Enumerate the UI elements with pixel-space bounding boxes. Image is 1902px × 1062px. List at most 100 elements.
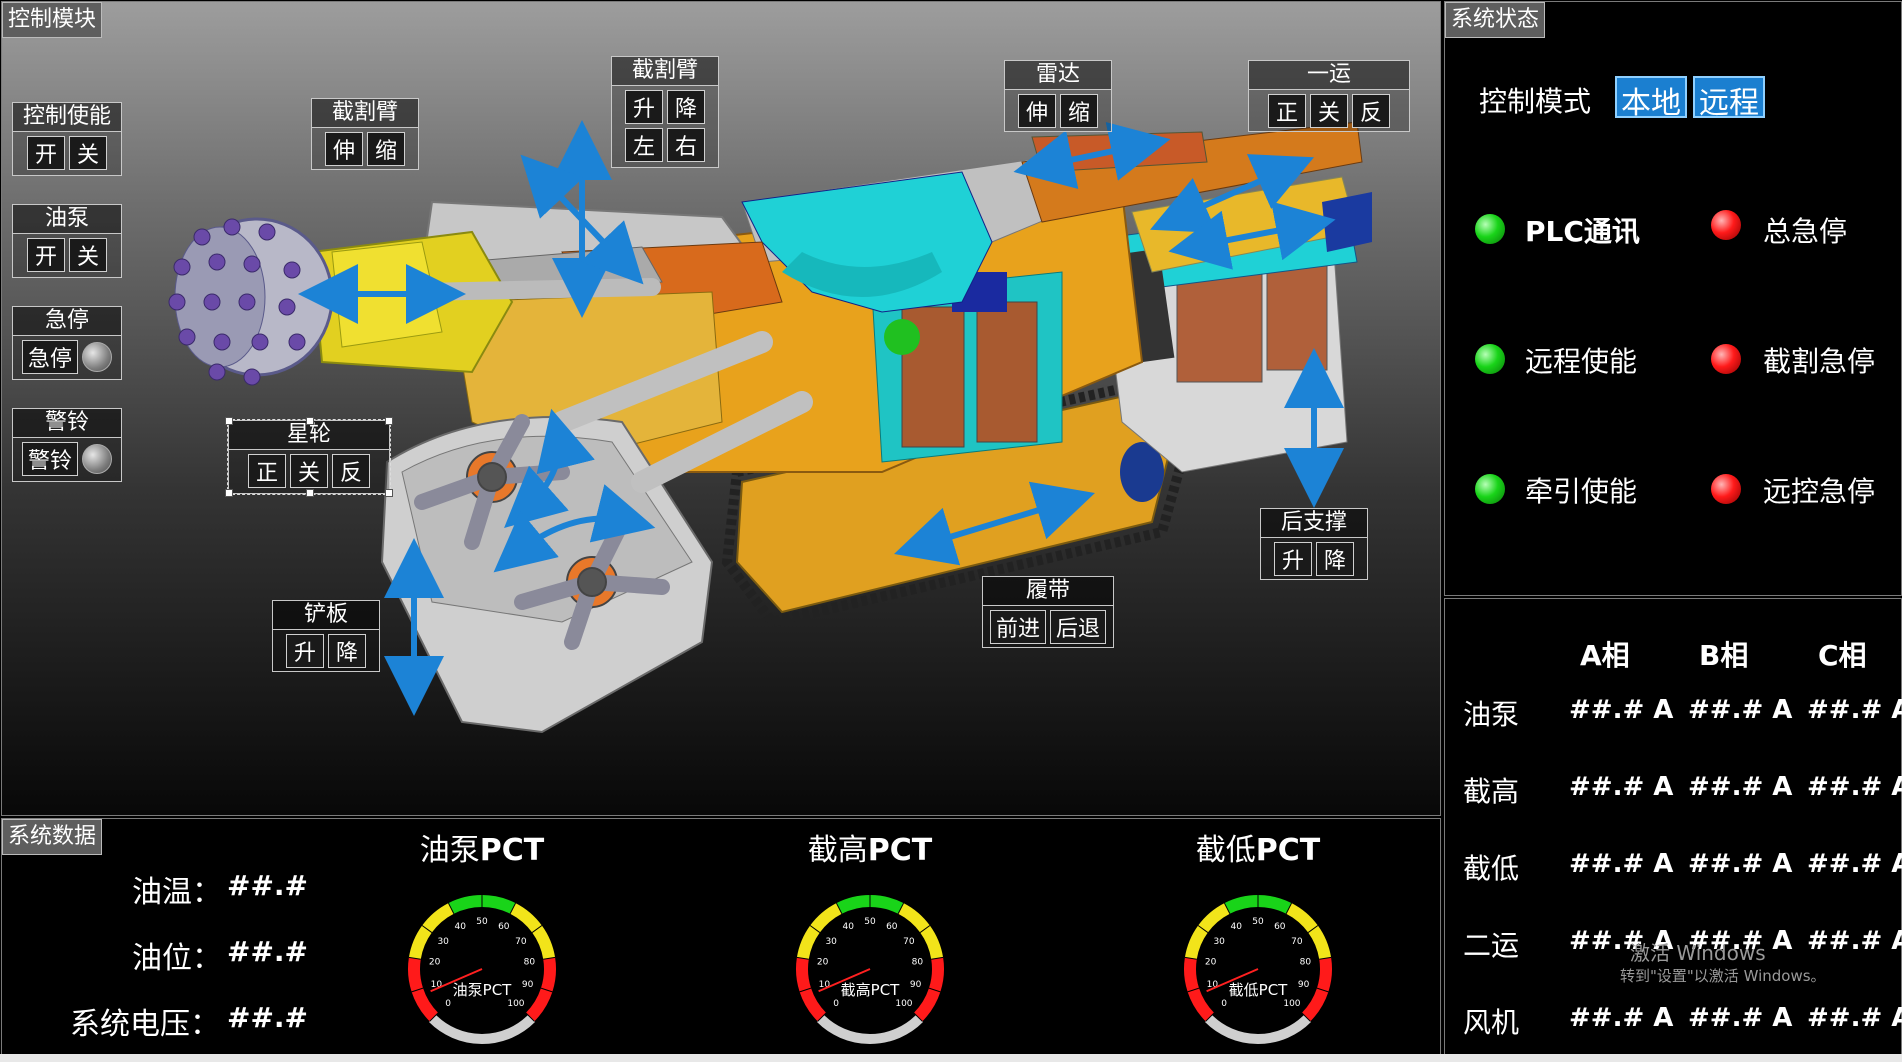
gauge-label: 截高PCT: [841, 981, 901, 999]
gauge-tick-label: 80: [524, 957, 536, 967]
conveyor-1-forward-button[interactable]: 正: [1268, 94, 1306, 128]
gauge-tick-label: 60: [498, 922, 510, 932]
system-status-panel: 系统状态 控制模式 本地 远程 PLC通讯 总急停 远程使能 截割急停 牵引使能…: [1444, 1, 1902, 596]
mode-remote-button[interactable]: 远程: [1693, 76, 1765, 121]
remote-control-emergency-stop-label: 远控急停: [1763, 475, 1876, 508]
shovel-plate-up-button[interactable]: 升: [286, 634, 324, 668]
gauge-tick-label: 20: [429, 957, 441, 967]
star-wheel-stop-button[interactable]: 关: [290, 454, 328, 488]
track-backward-button[interactable]: 后退: [1050, 610, 1106, 644]
hmi-screen: 控制模块 控制使能 开 关 油泵 开 关 急停 急停 警铃 警铃 截割臂 伸 缩…: [0, 0, 1902, 1062]
gauge-tick-label: 0: [1221, 999, 1227, 1009]
selection-handle[interactable]: [385, 417, 393, 425]
phase-c-header: C相: [1818, 639, 1867, 672]
cutting-arm-right-button[interactable]: 右: [667, 128, 705, 162]
cut-low-pct-title: 截低PCT: [1195, 833, 1321, 868]
rear-support-up-button[interactable]: 升: [1274, 542, 1312, 576]
gauge-tick-label: 40: [842, 922, 854, 932]
phase-current-value: ##.# A: [1807, 849, 1902, 879]
cutting-arm-up-button[interactable]: 升: [625, 90, 663, 124]
control-enable-on-button[interactable]: 开: [27, 136, 65, 170]
phase-row-label: 截低: [1463, 852, 1520, 885]
alarm-bell-button[interactable]: 警铃: [22, 442, 78, 476]
alarm-bell-title: 警铃: [13, 409, 121, 438]
star-wheel-group: 星轮 正 关 反: [225, 417, 393, 497]
plc-comm-indicator-icon: [1475, 214, 1505, 244]
rear-support-group: 后支撑 升 降: [1260, 508, 1368, 580]
oil-temperature-value: ##.#: [227, 869, 309, 902]
gauge-tick-label: 90: [522, 980, 534, 990]
oil-level-value: ##.#: [227, 935, 309, 968]
phase-current-value: ##.# A: [1688, 1003, 1793, 1033]
cutting-arm-left-button[interactable]: 左: [625, 128, 663, 162]
cut-high-pct-title: 截高PCT: [807, 833, 933, 868]
cutting-arm-down-button[interactable]: 降: [667, 90, 705, 124]
phase-current-value: ##.# A: [1688, 695, 1793, 725]
traction-enable-label: 牵引使能: [1525, 475, 1638, 508]
phase-current-value: ##.# A: [1807, 695, 1902, 725]
emergency-stop-button[interactable]: 急停: [22, 340, 78, 374]
phase-b-header: B相: [1699, 639, 1749, 672]
conveyor-1-group: 一运 正 关 反: [1248, 60, 1410, 132]
conveyor-1-reverse-button[interactable]: 反: [1352, 94, 1390, 128]
selection-handle[interactable]: [225, 489, 233, 497]
plc-comm-label: PLC通讯: [1525, 215, 1640, 248]
oil-pump-on-button[interactable]: 开: [27, 238, 65, 272]
shovel-plate-title: 铲板: [273, 601, 379, 630]
phase-current-value: ##.# A: [1569, 772, 1674, 802]
phase-current-value: ##.# A: [1807, 926, 1902, 956]
control-enable-group: 控制使能 开 关: [12, 102, 122, 176]
oil-pump-group: 油泵 开 关: [12, 204, 122, 278]
cutting-arm-extend-button[interactable]: 伸: [325, 132, 363, 166]
emergency-stop-lamp-icon: [82, 342, 112, 372]
star-wheel-forward-button[interactable]: 正: [248, 454, 286, 488]
selection-handle[interactable]: [306, 417, 314, 425]
phase-current-value: ##.# A: [1807, 772, 1902, 802]
phase-row-label: 油泵: [1463, 698, 1520, 731]
control-module-title: 控制模块: [2, 2, 103, 38]
cutting-arm-move-group: 截割臂 升 降 左 右: [611, 56, 719, 168]
mode-local-button[interactable]: 本地: [1615, 76, 1687, 121]
system-status-title: 系统状态: [1445, 2, 1546, 38]
phase-current-value: ##.# A: [1688, 772, 1793, 802]
gauge-tick-label: 90: [1298, 980, 1310, 990]
cut-high-pct-gauge: 0102030405060708090100截高PCT: [792, 891, 948, 1047]
gauge-tick-label: 70: [515, 937, 527, 947]
control-enable-off-button[interactable]: 关: [69, 136, 107, 170]
windows-activation-hint: 转到"设置"以激活 Windows。: [1620, 967, 1826, 985]
selection-handle[interactable]: [306, 489, 314, 497]
radar-title: 雷达: [1005, 61, 1111, 90]
rear-support-title: 后支撑: [1261, 509, 1367, 538]
shovel-plate-down-button[interactable]: 降: [328, 634, 366, 668]
alarm-bell-group: 警铃 警铃: [12, 408, 122, 482]
oil-pump-off-button[interactable]: 关: [69, 238, 107, 272]
selection-handle[interactable]: [225, 417, 233, 425]
gauge-tick-label: 90: [910, 980, 922, 990]
gauge-tick-label: 20: [1205, 957, 1217, 967]
selection-handle[interactable]: [385, 489, 393, 497]
shovel-plate-group: 铲板 升 降: [272, 600, 380, 672]
main-emergency-stop-indicator-icon: [1711, 210, 1741, 240]
gauge-tick-label: 40: [1230, 922, 1242, 932]
gauge-tick-label: 50: [1252, 917, 1264, 927]
oil-pump-pct-gauge: 0102030405060708090100油泵PCT: [404, 891, 560, 1047]
track-forward-button[interactable]: 前进: [990, 610, 1046, 644]
gauge-tick-label: 60: [1274, 922, 1286, 932]
gauge-tick-label: 80: [912, 957, 924, 967]
gauge-tick-label: 30: [437, 937, 449, 947]
conveyor-1-stop-button[interactable]: 关: [1310, 94, 1348, 128]
radar-retract-button[interactable]: 缩: [1060, 94, 1098, 128]
radar-extend-button[interactable]: 伸: [1018, 94, 1056, 128]
gauge-tick-label: 40: [454, 922, 466, 932]
gauge-tick-label: 100: [507, 999, 524, 1009]
horizontal-scrollbar[interactable]: [0, 1054, 1902, 1062]
cutting-arm-retract-button[interactable]: 缩: [367, 132, 405, 166]
windows-activation-watermark: 激活 Windows: [1630, 941, 1766, 965]
traction-enable-indicator-icon: [1475, 474, 1505, 504]
gauge-tick-label: 60: [886, 922, 898, 932]
star-wheel-reverse-button[interactable]: 反: [332, 454, 370, 488]
star-wheel-title: 星轮: [229, 421, 389, 450]
rear-support-down-button[interactable]: 降: [1316, 542, 1354, 576]
remote-control-emergency-stop-indicator-icon: [1711, 474, 1741, 504]
phase-current-value: ##.# A: [1569, 849, 1674, 879]
